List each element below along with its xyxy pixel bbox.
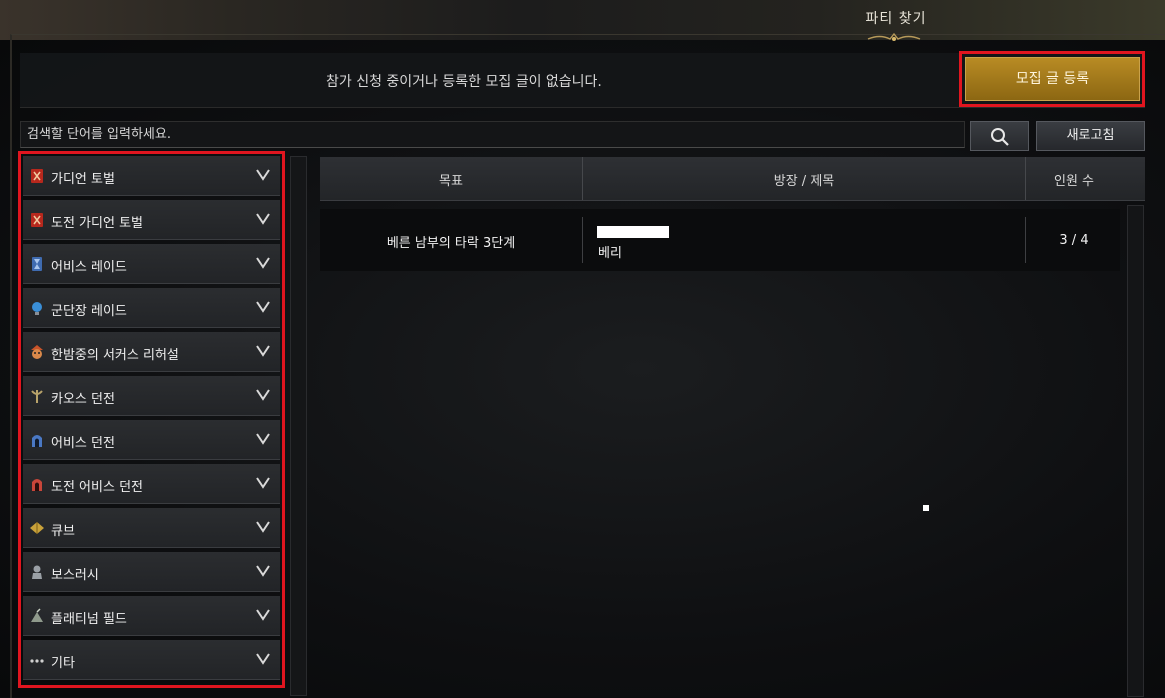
chevron-down-icon bbox=[256, 345, 270, 357]
notice-message: 참가 신청 중이거나 등록한 모집 글이 없습니다. bbox=[326, 74, 602, 90]
chevron-down-icon bbox=[256, 565, 270, 577]
category-item-etc[interactable]: 기타 bbox=[23, 640, 280, 680]
legion-raid-icon bbox=[32, 302, 42, 315]
chevron-down-icon bbox=[256, 169, 270, 181]
category-label: 플래티넘 필드 bbox=[51, 612, 127, 627]
category-item-circus[interactable]: 한밤중의 서커스 리허설 bbox=[23, 332, 280, 372]
search-button[interactable] bbox=[970, 121, 1029, 151]
challenge-guardian-icon bbox=[31, 213, 43, 227]
category-item-challenge-guardian[interactable]: 도전 가디언 토벌 bbox=[23, 200, 280, 240]
category-label: 한밤중의 서커스 리허설 bbox=[51, 348, 179, 363]
category-item-abyss-dungeon[interactable]: 어비스 던전 bbox=[23, 420, 280, 460]
search-icon bbox=[991, 128, 1009, 146]
chevron-down-icon bbox=[256, 301, 270, 313]
redaction-mark bbox=[597, 226, 669, 238]
row-members: 3 / 4 bbox=[1059, 233, 1089, 248]
category-label: 가디언 토벌 bbox=[51, 172, 115, 187]
chevron-down-icon bbox=[256, 257, 270, 269]
header-title[interactable]: 방장 / 제목 bbox=[584, 170, 1024, 189]
row-divider bbox=[582, 217, 583, 263]
guardian-icon bbox=[31, 169, 43, 183]
chevron-down-icon bbox=[256, 389, 270, 401]
header-divider bbox=[582, 157, 583, 200]
category-item-legion-raid[interactable]: 군단장 레이드 bbox=[23, 288, 280, 328]
abyss-dungeon-icon bbox=[32, 435, 42, 447]
header-goal[interactable]: 목표 bbox=[320, 170, 582, 189]
chaos-dungeon-icon bbox=[31, 390, 43, 403]
chevron-down-icon bbox=[256, 213, 270, 225]
cube-icon bbox=[30, 522, 44, 534]
category-item-cube[interactable]: 큐브 bbox=[23, 508, 280, 548]
chevron-down-icon bbox=[256, 433, 270, 445]
search-input[interactable] bbox=[20, 121, 965, 148]
list-scrollbar[interactable] bbox=[1127, 205, 1144, 697]
abyss-raid-icon bbox=[32, 257, 42, 271]
category-scrollbar[interactable] bbox=[290, 156, 307, 696]
header-members[interactable]: 인원 수 bbox=[1026, 170, 1122, 189]
category-label: 어비스 던전 bbox=[51, 436, 115, 451]
more-icon bbox=[30, 659, 44, 663]
row-leader: 베리 bbox=[598, 246, 622, 261]
cursor-dot bbox=[923, 505, 929, 511]
refresh-button[interactable]: 새로고침 bbox=[1036, 121, 1145, 151]
window-title: 파티 찾기 bbox=[865, 11, 927, 27]
challenge-abyss-icon bbox=[32, 479, 42, 491]
register-post-button[interactable]: 모집 글 등록 bbox=[965, 57, 1140, 101]
circus-icon bbox=[31, 345, 43, 359]
table-row[interactable]: 베른 남부의 타락 3단계 베리 3 / 4 bbox=[320, 209, 1120, 271]
category-item-abyss-raid[interactable]: 어비스 레이드 bbox=[23, 244, 280, 284]
category-item-guardian[interactable]: 가디언 토벌 bbox=[23, 156, 280, 196]
category-label: 도전 가디언 토벌 bbox=[51, 216, 143, 231]
category-item-boss-rush[interactable]: 보스러시 bbox=[23, 552, 280, 592]
category-list: 가디언 토벌 도전 가디언 토벌 어비스 레이드 군단장 레이드 한밤중의 서커… bbox=[23, 156, 280, 684]
platinum-field-icon bbox=[31, 608, 43, 622]
chevron-down-icon bbox=[256, 521, 270, 533]
category-label: 큐브 bbox=[51, 524, 75, 539]
category-item-chaos-dungeon[interactable]: 카오스 던전 bbox=[23, 376, 280, 416]
category-label: 군단장 레이드 bbox=[51, 304, 127, 319]
category-item-platinum-field[interactable]: 플래티넘 필드 bbox=[23, 596, 280, 636]
chevron-down-icon bbox=[256, 653, 270, 665]
boss-rush-icon bbox=[32, 565, 42, 579]
category-label: 보스러시 bbox=[51, 568, 99, 583]
chevron-down-icon bbox=[256, 609, 270, 621]
table-header: 목표 방장 / 제목 인원 수 bbox=[320, 157, 1145, 201]
chevron-down-icon bbox=[256, 477, 270, 489]
category-item-challenge-abyss[interactable]: 도전 어비스 던전 bbox=[23, 464, 280, 504]
row-goal: 베른 남부의 타락 3단계 bbox=[386, 236, 516, 251]
category-label: 도전 어비스 던전 bbox=[51, 480, 143, 495]
category-label: 어비스 레이드 bbox=[51, 260, 127, 275]
title-ornament-icon bbox=[867, 32, 921, 41]
category-label: 기타 bbox=[51, 656, 75, 671]
category-label: 카오스 던전 bbox=[51, 392, 115, 407]
